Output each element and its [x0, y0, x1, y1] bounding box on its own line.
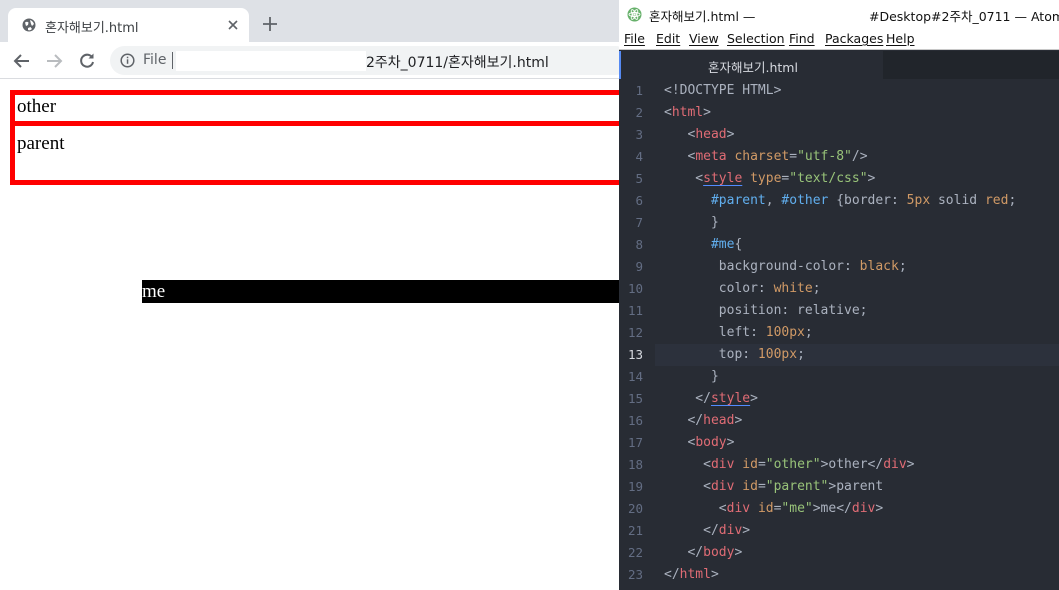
address-bar[interactable]: File 2주차_0711/혼자해보기.html — [110, 46, 620, 75]
line-number: 22 — [627, 545, 643, 560]
parent-div: parent — [10, 121, 620, 185]
forward-arrow-icon[interactable] — [45, 52, 63, 70]
code-line: </head> — [664, 413, 743, 428]
code-editor[interactable]: <!DOCTYPE HTML> <html> <head> <meta chars… — [655, 79, 1059, 590]
line-number: 20 — [627, 501, 643, 516]
me-text: me — [142, 281, 166, 302]
tab-strip: 혼자해보기.html — [0, 0, 620, 42]
code-line: <div id="parent">parent — [664, 479, 884, 494]
code-line: background-color: black; — [664, 259, 907, 274]
line-number: 15 — [627, 391, 643, 406]
line-number: 16 — [627, 413, 643, 428]
line-number: 1 — [635, 83, 643, 98]
line-number: 23 — [627, 567, 643, 582]
code-line: <body> — [664, 435, 735, 450]
menu-packages[interactable]: Packages — [825, 31, 883, 46]
line-number: 17 — [627, 435, 643, 450]
line-number: 2 — [635, 105, 643, 120]
code-line: <div id="me">me</div> — [664, 501, 884, 516]
atom-title-path: #Desktop#2주차_0711 — Atom — [869, 9, 1059, 24]
close-tab-icon[interactable] — [225, 17, 241, 33]
atom-logo-icon — [627, 7, 642, 22]
line-number: 19 — [627, 479, 643, 494]
atom-tab-title: 혼자해보기.html — [708, 60, 798, 75]
line-number: 21 — [627, 523, 643, 538]
line-number: 5 — [635, 171, 643, 186]
atom-window: 혼자해보기.html — #Desktop#2주차_0711 — Atom Fi… — [619, 0, 1059, 590]
new-tab-icon[interactable] — [262, 16, 278, 32]
tab-title: 혼자해보기.html — [45, 21, 139, 36]
scheme-label: File — [143, 52, 167, 68]
page-viewport: other parent me — [0, 80, 620, 590]
code-line: <html> — [664, 105, 711, 120]
url-text: 2주차_0711/혼자해보기.html — [366, 55, 549, 71]
line-number: 4 — [635, 149, 643, 164]
atom-titlebar: 혼자해보기.html — #Desktop#2주차_0711 — Atom — [619, 0, 1059, 29]
line-number: 8 — [635, 237, 643, 252]
atom-tab-bar: 혼자해보기.html — [619, 51, 1059, 79]
back-arrow-icon[interactable] — [13, 52, 31, 70]
browser-tab[interactable]: 혼자해보기.html — [8, 8, 249, 42]
line-number: 14 — [627, 369, 643, 384]
code-line: top: 100px; — [664, 347, 805, 362]
menu-file[interactable]: File — [624, 31, 645, 46]
code-line: #parent, #other {border: 5px solid red; — [710, 193, 1017, 208]
line-number-gutter: 1 2 3 4 5 6 7 8 9 10 11 12 13 14 15 16 1… — [619, 79, 655, 590]
menu-help[interactable]: Help — [886, 31, 915, 46]
me-div: me — [142, 280, 620, 303]
line-number: 10 — [627, 281, 643, 296]
browser-toolbar: File 2주차_0711/혼자해보기.html — [0, 42, 620, 79]
menu-view[interactable]: View — [689, 31, 719, 46]
code-line: <style type="text/css"> — [664, 171, 876, 186]
line-number-active: 13 — [627, 347, 643, 362]
code-line: position: relative; — [664, 303, 868, 318]
menu-find[interactable]: Find — [789, 31, 815, 46]
code-line: <!DOCTYPE HTML> — [664, 83, 782, 98]
redacted-path — [176, 51, 366, 71]
reload-icon[interactable] — [78, 52, 96, 70]
line-number: 6 — [635, 193, 643, 208]
code-line: } — [664, 215, 719, 230]
code-line: </style> — [664, 391, 758, 406]
other-text: other — [17, 96, 57, 117]
atom-title-file: 혼자해보기.html — — [649, 9, 756, 24]
globe-icon — [22, 18, 36, 32]
line-number: 3 — [635, 127, 643, 142]
line-number: 18 — [627, 457, 643, 472]
browser-window: 혼자해보기.html File 2주차_0711/혼자해보기.html othe… — [0, 0, 620, 590]
line-number: 7 — [635, 215, 643, 230]
menu-selection[interactable]: Selection — [727, 31, 785, 46]
atom-editor-tab[interactable]: 혼자해보기.html — [619, 51, 883, 79]
code-line: </div> — [664, 523, 751, 538]
code-line: <meta charset="utf-8"/> — [664, 149, 868, 164]
code-line: } — [664, 369, 719, 384]
code-line: </body> — [664, 545, 743, 560]
parent-text: parent — [17, 133, 65, 154]
info-icon[interactable] — [120, 53, 135, 68]
line-number: 9 — [635, 259, 643, 274]
code-line: #me{ — [710, 237, 743, 252]
atom-menubar: File Edit View Selection Find Packages H… — [619, 29, 1059, 50]
code-line: <head> — [664, 127, 735, 142]
code-line: left: 100px; — [664, 325, 813, 340]
line-number: 11 — [627, 303, 643, 318]
code-line: <div id="other">other</div> — [664, 457, 915, 472]
code-line: </html> — [664, 567, 719, 582]
menu-edit[interactable]: Edit — [656, 31, 680, 46]
omnibox-separator — [172, 52, 173, 69]
line-number: 12 — [627, 325, 643, 340]
code-line: color: white; — [664, 281, 821, 296]
